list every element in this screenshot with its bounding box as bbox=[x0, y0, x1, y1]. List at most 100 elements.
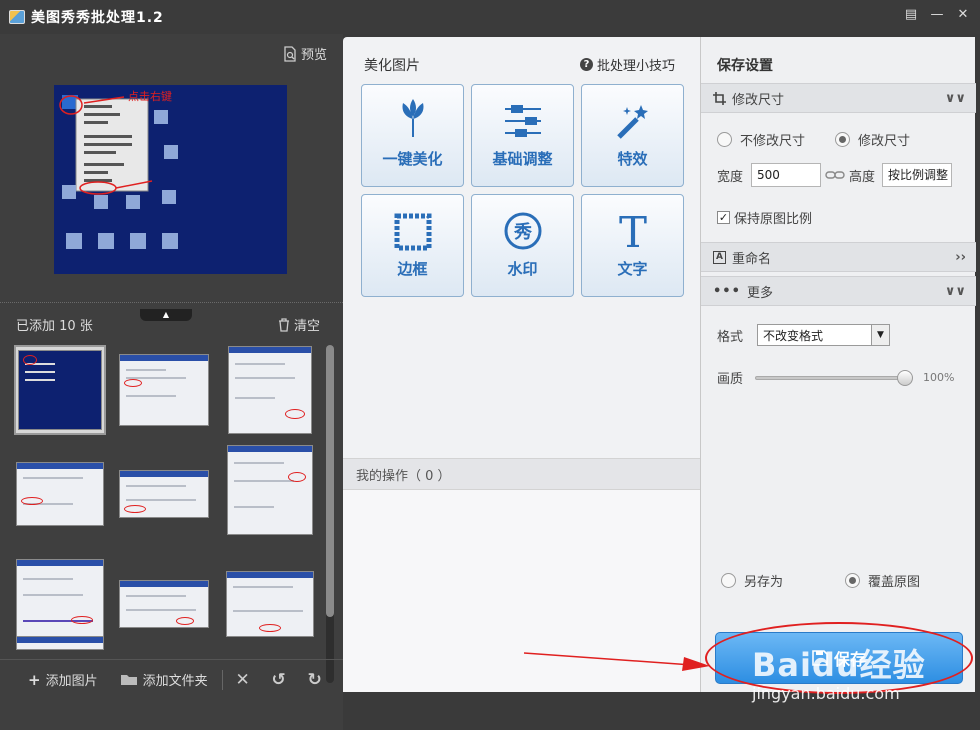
plus-icon: + bbox=[28, 670, 41, 689]
overwrite-option[interactable]: 覆盖原图 bbox=[845, 571, 920, 590]
quality-slider[interactable] bbox=[755, 376, 905, 380]
clear-button[interactable]: 清空 bbox=[278, 315, 320, 334]
resize-section-header[interactable]: 修改尺寸 ∨∨ bbox=[701, 83, 976, 113]
no-resize-radio[interactable] bbox=[717, 132, 732, 147]
chevron-down-icon: ∨∨ bbox=[944, 90, 966, 106]
format-label: 格式 bbox=[717, 329, 744, 345]
thumbnail-scrollbar-thumb[interactable] bbox=[326, 345, 334, 617]
add-image-label: 添加图片 bbox=[45, 674, 98, 689]
beautify-title: 美化图片 bbox=[364, 58, 420, 74]
no-resize-option[interactable]: 不修改尺寸 bbox=[717, 130, 805, 149]
sliders-icon bbox=[504, 105, 541, 137]
feedback-icon[interactable]: ▤ bbox=[900, 6, 922, 24]
save-settings-title: 保存设置 bbox=[717, 58, 773, 74]
delete-icon[interactable]: ✕ bbox=[229, 670, 257, 690]
effects-label: 特效 bbox=[617, 150, 648, 168]
add-folder-button[interactable]: 添加文件夹 bbox=[120, 670, 208, 689]
frame-button[interactable]: 边框 bbox=[361, 194, 464, 297]
thumbnail-grid bbox=[14, 345, 316, 650]
thumbnail-image bbox=[16, 462, 104, 526]
close-button[interactable]: ✕ bbox=[952, 6, 974, 24]
preview-button[interactable]: 预览 bbox=[283, 44, 327, 63]
annotation-arrow bbox=[524, 652, 710, 671]
thumbnail-image bbox=[227, 445, 313, 535]
preview-desktop-drawing: 点击右键 bbox=[54, 85, 287, 274]
thumbnail-image bbox=[119, 470, 209, 518]
chevron-down-icon: ∨∨ bbox=[944, 283, 966, 299]
thumbnail-image bbox=[16, 636, 104, 650]
thumbnail-item[interactable] bbox=[224, 445, 316, 535]
dropdown-arrow-icon: ▼ bbox=[871, 325, 890, 345]
add-image-button[interactable]: + 添加图片 bbox=[28, 670, 98, 690]
main-preview-image: 点击右键 bbox=[54, 85, 287, 274]
thumbnail-image bbox=[226, 571, 314, 637]
magic-wand-icon bbox=[616, 105, 648, 139]
text-button[interactable]: T 文字 bbox=[581, 194, 684, 297]
thumbnail-image bbox=[119, 580, 209, 628]
link-icon bbox=[825, 171, 845, 179]
watermark-label: 水印 bbox=[507, 260, 538, 278]
width-input[interactable]: 500 bbox=[751, 163, 822, 187]
thumbnail-image bbox=[18, 350, 102, 430]
save-as-radio[interactable] bbox=[721, 573, 736, 588]
keep-ratio-checkbox[interactable]: ✓ bbox=[717, 211, 730, 224]
format-value: 不改变格式 bbox=[763, 328, 824, 343]
save-as-label: 另存为 bbox=[744, 575, 784, 590]
more-icon: ••• bbox=[713, 283, 741, 299]
thumbnail-item[interactable] bbox=[118, 449, 210, 539]
add-folder-label: 添加文件夹 bbox=[142, 674, 208, 689]
overwrite-label: 覆盖原图 bbox=[868, 575, 921, 590]
quality-label: 画质 bbox=[717, 372, 744, 387]
thumbnail-item[interactable] bbox=[118, 345, 210, 435]
keep-ratio-option[interactable]: ✓ 保持原图比例 bbox=[717, 208, 812, 227]
no-resize-label: 不修改尺寸 bbox=[740, 134, 806, 149]
more-header-label: 更多 bbox=[746, 285, 773, 301]
batch-tips-link[interactable]: ? 批处理小技巧 bbox=[579, 55, 675, 74]
minimize-button[interactable]: — bbox=[926, 6, 948, 24]
added-count: 已添加 10 张 bbox=[16, 319, 93, 334]
watermark-url: jingyan.baidu.com bbox=[752, 684, 900, 703]
format-select[interactable]: 不改变格式 ▼ bbox=[757, 324, 891, 346]
basic-adjust-button[interactable]: 基础调整 bbox=[471, 84, 574, 187]
save-as-option[interactable]: 另存为 bbox=[721, 571, 783, 590]
thumbnail-item[interactable] bbox=[224, 345, 316, 435]
width-label: 宽度 bbox=[717, 169, 744, 185]
height-input[interactable]: 按比例调整 bbox=[882, 163, 953, 187]
rename-icon: A bbox=[713, 250, 726, 264]
height-label: 高度 bbox=[849, 169, 876, 185]
overwrite-radio[interactable] bbox=[845, 573, 861, 588]
preview-file-icon bbox=[284, 45, 296, 62]
rename-section-header[interactable]: A 重命名 ›› bbox=[701, 242, 976, 272]
rotate-right-icon[interactable]: ↻ bbox=[301, 670, 329, 690]
resize-radio[interactable] bbox=[835, 132, 851, 147]
beautify-panel: 美化图片 ? 批处理小技巧 一键美化 基础调整 特效 边框 秀 水印 T 文字 … bbox=[343, 37, 700, 692]
thumbnail-item[interactable] bbox=[14, 635, 106, 651]
preview-label: 预览 bbox=[300, 48, 327, 63]
watermark: Baidu经验 jingyan.baidu.com bbox=[752, 626, 972, 706]
watermark-button[interactable]: 秀 水印 bbox=[471, 194, 574, 297]
text-glyph: T bbox=[618, 209, 646, 251]
effects-button[interactable]: 特效 bbox=[581, 84, 684, 187]
image-list-toolbar: + 添加图片 添加文件夹 ✕ ↺ ↻ bbox=[0, 659, 343, 699]
resize-header-label: 修改尺寸 bbox=[732, 92, 785, 108]
quality-slider-handle[interactable] bbox=[897, 370, 913, 386]
more-section-header[interactable]: ••• 更多 ∨∨ bbox=[701, 276, 976, 306]
save-settings-panel: 保存设置 修改尺寸 ∨∨ 不修改尺寸 修改尺寸 宽度 500 高度 按比例调整 … bbox=[700, 37, 976, 692]
thumbnail-item[interactable] bbox=[14, 345, 106, 435]
tulip-icon bbox=[401, 99, 424, 137]
text-icon: T bbox=[618, 209, 646, 251]
collapse-preview-button[interactable]: ▲ bbox=[140, 309, 192, 321]
crop-icon bbox=[713, 91, 726, 105]
thumbnail-item[interactable] bbox=[118, 559, 210, 649]
folder-icon bbox=[120, 675, 137, 685]
thumbnail-item[interactable] bbox=[14, 449, 106, 539]
watermark-glyph: 秀 bbox=[513, 222, 532, 243]
resize-label: 修改尺寸 bbox=[858, 134, 911, 149]
save-mode-group: 另存为 覆盖原图 bbox=[721, 571, 920, 590]
rotate-left-icon[interactable]: ↺ bbox=[265, 670, 293, 690]
image-list-panel: 预览 点击右键 ▲ 已添加 10 张 清空 + 添加图片 添加文件夹 ✕ ↺ ↻ bbox=[0, 34, 343, 730]
my-operations-header: 我的操作（ 0 ） bbox=[343, 458, 700, 490]
auto-beautify-button[interactable]: 一键美化 bbox=[361, 84, 464, 187]
resize-option[interactable]: 修改尺寸 bbox=[835, 130, 910, 149]
thumbnail-item[interactable] bbox=[224, 559, 316, 649]
